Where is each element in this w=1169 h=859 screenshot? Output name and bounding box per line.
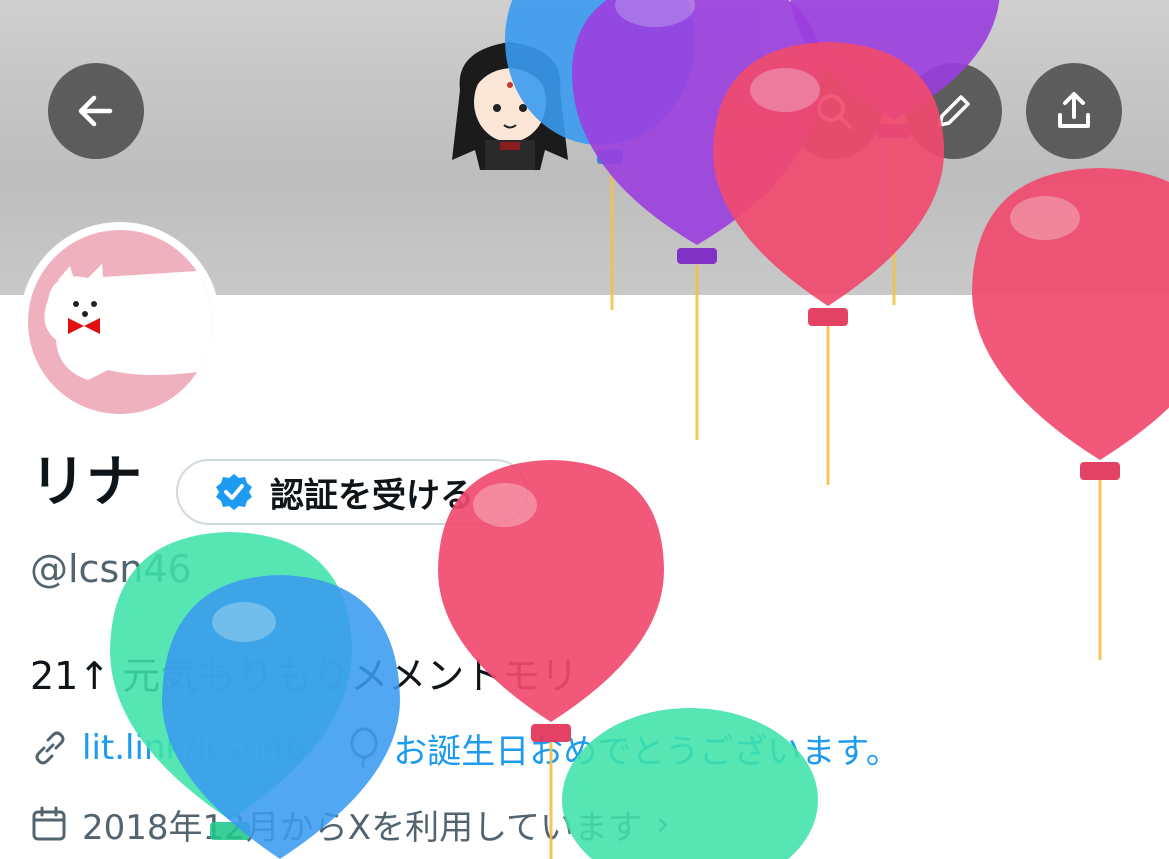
chevron-right-icon: › xyxy=(656,804,670,844)
share-button[interactable] xyxy=(1026,63,1122,159)
calendar-icon xyxy=(32,806,66,841)
profile-name: リナ xyxy=(30,450,142,515)
joined-date: 2018年12月からXを利用しています xyxy=(82,807,643,848)
edit-button[interactable] xyxy=(906,63,1002,159)
joined-row[interactable]: 2018年12月からXを利用しています › xyxy=(30,802,670,848)
profile-avatar[interactable] xyxy=(20,222,220,422)
share-icon xyxy=(1058,92,1090,128)
get-verified-label: 認証を受ける xyxy=(270,475,474,516)
pencil-icon xyxy=(938,95,970,127)
dog-avatar-image xyxy=(44,264,212,380)
get-verified-button[interactable]: 認証を受ける xyxy=(176,459,528,525)
birthday-message[interactable]: お誕生日おめでとうございます。 xyxy=(393,724,900,773)
profile-meta-row: lit.link/lcsn46 お誕生日おめでとうございます。 xyxy=(30,724,900,773)
search-button[interactable] xyxy=(786,63,882,159)
back-button[interactable] xyxy=(48,63,144,159)
link-icon xyxy=(35,731,65,765)
search-icon xyxy=(817,94,852,129)
balloon-icon xyxy=(350,727,378,769)
banner-character-image xyxy=(452,42,568,170)
profile-handle: @lcsn46 xyxy=(30,547,192,591)
profile-bio: 21↑ 元気もりもりメメントモリ xyxy=(30,654,579,698)
verified-badge-icon xyxy=(216,474,252,510)
arrow-left-icon xyxy=(78,95,113,127)
profile-website-link[interactable]: lit.link/lcsn46 xyxy=(82,728,307,768)
